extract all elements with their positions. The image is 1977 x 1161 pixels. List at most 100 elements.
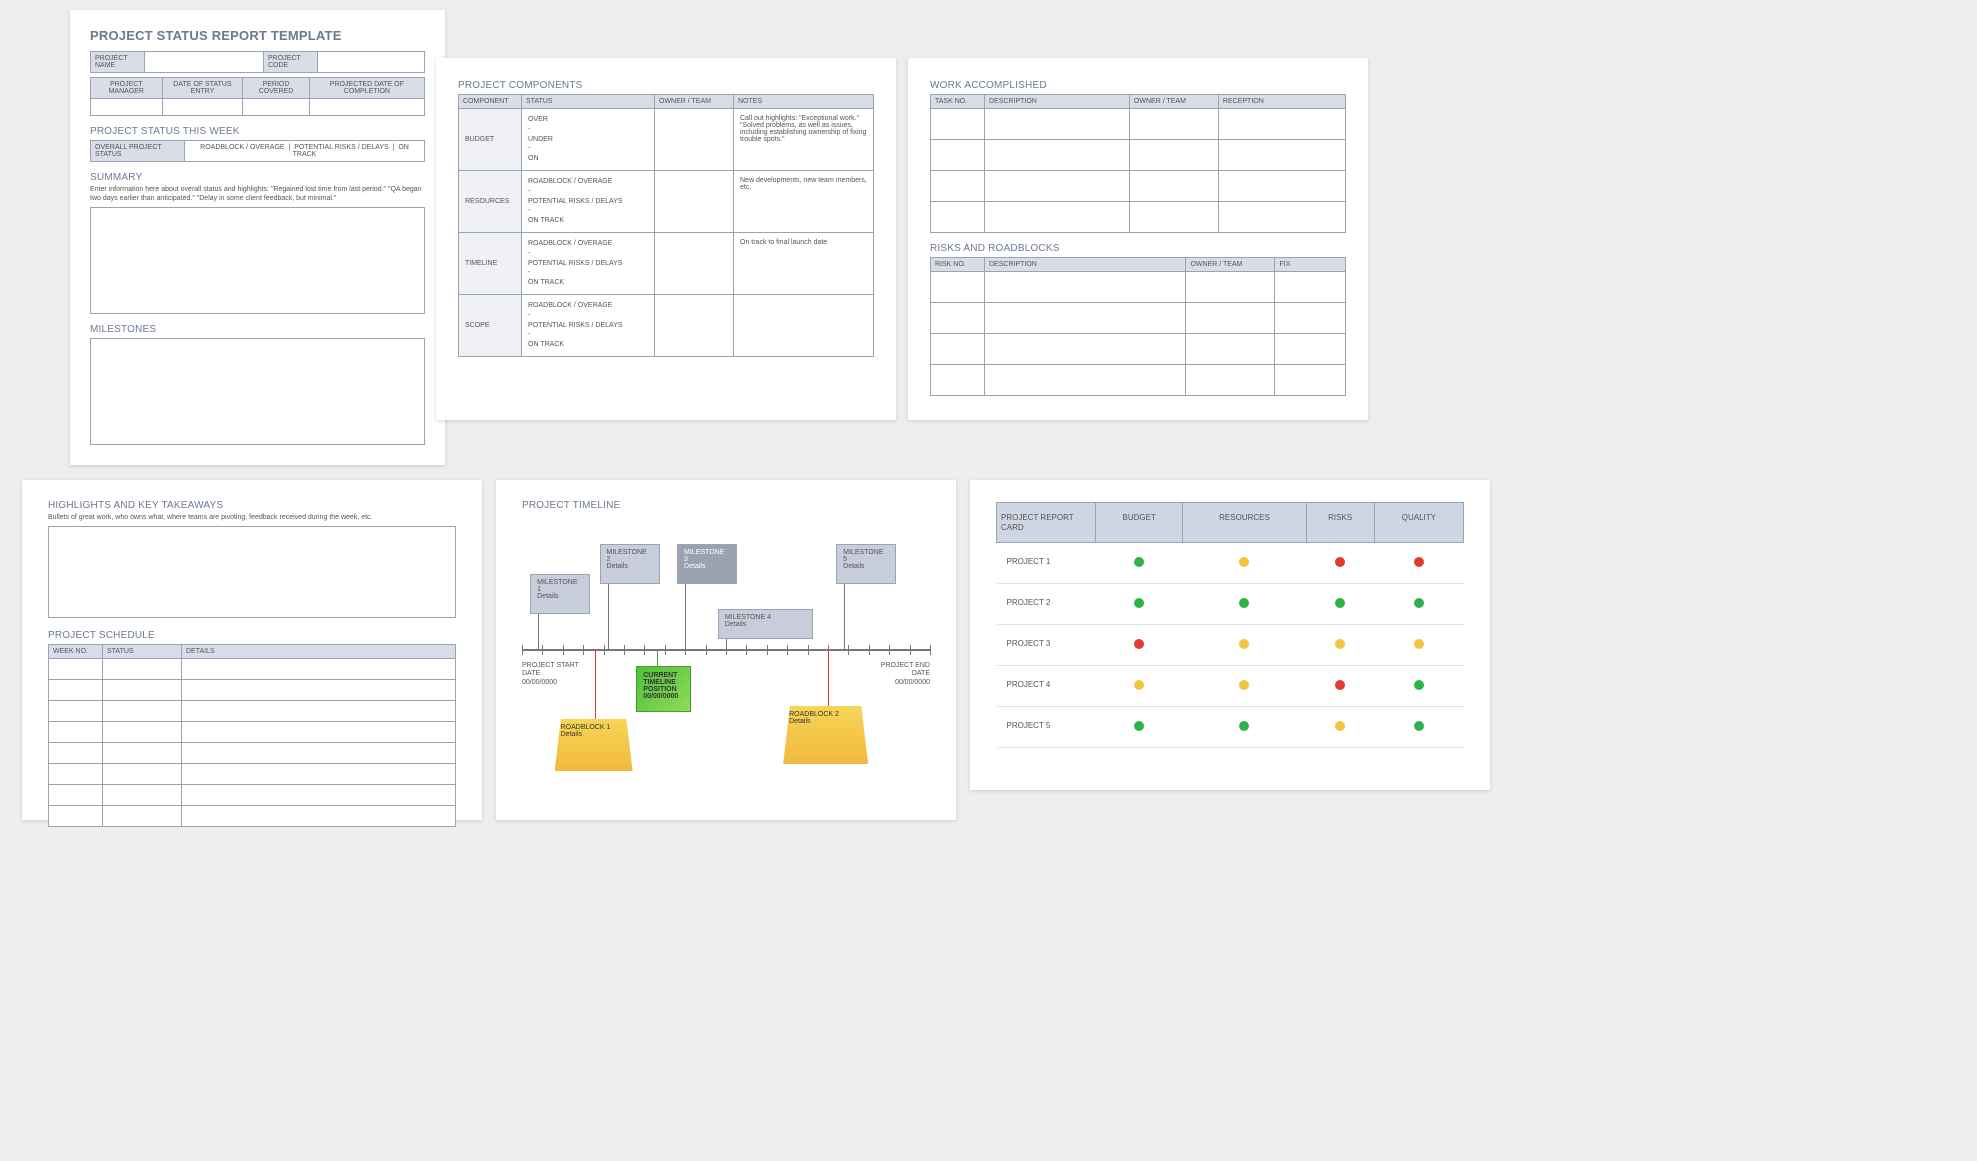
status-dot-cell <box>1183 666 1306 707</box>
page-components: PROJECT COMPONENTS COMPONENT STATUS OWNE… <box>436 58 896 420</box>
status-options: ROADBLOCK / OVERAGE | POTENTIAL RISKS / … <box>185 141 425 162</box>
milestones-heading: MILESTONES <box>90 324 425 335</box>
input-project-code[interactable] <box>318 52 425 73</box>
milestone-4: MILESTONE 4Details <box>718 609 813 639</box>
th-notes: NOTES <box>734 95 874 109</box>
table-row[interactable] <box>49 679 456 700</box>
status-dot-icon <box>1134 721 1144 731</box>
page-highlights: HIGHLIGHTS AND KEY TAKEAWAYS Bullets of … <box>22 480 482 820</box>
table-row[interactable] <box>931 334 1346 365</box>
status-dot-icon <box>1414 639 1424 649</box>
status-dot-cell <box>1096 666 1183 707</box>
table-row[interactable] <box>931 365 1346 396</box>
label-overall-status: OVERALL PROJECT STATUS <box>91 141 185 162</box>
budget-status[interactable]: OVER-UNDER-ON <box>522 109 655 171</box>
scope-note[interactable] <box>734 294 874 356</box>
table-row[interactable] <box>931 202 1346 233</box>
status-dot-cell <box>1374 584 1463 625</box>
th-report-card: PROJECT REPORT CARD <box>997 503 1096 543</box>
status-dot-cell <box>1183 625 1306 666</box>
report-card-row: PROJECT 3 <box>997 625 1464 666</box>
highlights-hint: Bullets of great work, who owns what, wh… <box>48 514 456 523</box>
components-heading: PROJECT COMPONENTS <box>458 80 874 91</box>
milestone-5: MILESTONE 5Details <box>836 544 896 584</box>
table-row[interactable] <box>49 742 456 763</box>
schedule-table: WEEK NO. STATUS DETAILS <box>48 644 456 827</box>
end-label: PROJECT END DATE00/00/0000 <box>870 662 930 687</box>
summary-input[interactable] <box>90 207 425 314</box>
status-dot-icon <box>1239 598 1249 608</box>
table-row[interactable] <box>931 171 1346 202</box>
row-resources: RESOURCES ROADBLOCK / OVERAGE-POTENTIAL … <box>459 170 874 232</box>
resources-owner[interactable] <box>655 170 734 232</box>
row-budget: BUDGET OVER-UNDER-ON Call out highlights… <box>459 109 874 171</box>
page-work-risks: WORK ACCOMPLISHED TASK NO. DESCRIPTION O… <box>908 58 1368 420</box>
opt-roadblock: ROADBLOCK / OVERAGE <box>200 144 284 151</box>
input-period[interactable] <box>243 99 309 116</box>
table-row[interactable] <box>49 784 456 805</box>
row-label: PROJECT 1 <box>997 543 1096 584</box>
th-risks: RISKS <box>1306 503 1374 543</box>
label-date-entry: DATE OF STATUS ENTRY <box>162 78 243 99</box>
table-row[interactable] <box>931 109 1346 140</box>
status-dot-cell <box>1096 584 1183 625</box>
table-row[interactable] <box>49 658 456 679</box>
status-dot-icon <box>1335 598 1345 608</box>
timeline-note[interactable]: On track to final launch date <box>734 232 874 294</box>
row-label: PROJECT 2 <box>997 584 1096 625</box>
status-dot-icon <box>1239 639 1249 649</box>
timeline-status[interactable]: ROADBLOCK / OVERAGE-POTENTIAL RISKS / DE… <box>522 232 655 294</box>
input-pm[interactable] <box>91 99 163 116</box>
status-dot-icon <box>1335 639 1345 649</box>
status-dot-icon <box>1239 557 1249 567</box>
report-card-row: PROJECT 4 <box>997 666 1464 707</box>
page-timeline: PROJECT TIMELINE MILESTONE 1Details MILE… <box>496 480 956 820</box>
row-scope: SCOPE ROADBLOCK / OVERAGE-POTENTIAL RISK… <box>459 294 874 356</box>
roadblock-1: ROADBLOCK 1Details <box>555 719 633 771</box>
th-budget: BUDGET <box>1096 503 1183 543</box>
input-project-name[interactable] <box>145 52 264 73</box>
input-date-entry[interactable] <box>162 99 243 116</box>
input-proj-completion[interactable] <box>309 99 424 116</box>
table-row[interactable] <box>49 700 456 721</box>
th-resources: RESOURCES <box>1183 503 1306 543</box>
table-row[interactable] <box>931 303 1346 334</box>
highlights-input[interactable] <box>48 526 456 618</box>
current-position: CURRENT TIMELINE POSITION 00/00/0000 <box>636 666 691 712</box>
status-dot-cell <box>1096 543 1183 584</box>
milestones-input[interactable] <box>90 338 425 445</box>
table-row[interactable] <box>49 805 456 826</box>
status-dot-icon <box>1414 557 1424 567</box>
th-status: STATUS <box>522 95 655 109</box>
budget-owner[interactable] <box>655 109 734 171</box>
table-row[interactable] <box>931 272 1346 303</box>
highlights-heading: HIGHLIGHTS AND KEY TAKEAWAYS <box>48 500 456 511</box>
work-heading: WORK ACCOMPLISHED <box>930 80 1346 91</box>
resources-status[interactable]: ROADBLOCK / OVERAGE-POTENTIAL RISKS / DE… <box>522 170 655 232</box>
milestone-2: MILESTONE 2Details <box>600 544 660 584</box>
scope-status[interactable]: ROADBLOCK / OVERAGE-POTENTIAL RISKS / DE… <box>522 294 655 356</box>
risks-table: RISK NO. DESCRIPTION OWNER / TEAM FIX <box>930 257 1346 396</box>
summary-heading: SUMMARY <box>90 172 425 183</box>
roadblock-2: ROADBLOCK 2Details <box>783 706 868 764</box>
timeline-owner[interactable] <box>655 232 734 294</box>
status-dot-cell <box>1096 707 1183 748</box>
scope-owner[interactable] <box>655 294 734 356</box>
status-dot-icon <box>1335 680 1345 690</box>
report-card-row: PROJECT 5 <box>997 707 1464 748</box>
status-dot-cell <box>1374 707 1463 748</box>
label-project-name: PROJECT NAME <box>91 52 145 73</box>
th-quality: QUALITY <box>1374 503 1463 543</box>
table-row[interactable] <box>49 721 456 742</box>
status-table: OVERALL PROJECT STATUS ROADBLOCK / OVERA… <box>90 140 425 162</box>
schedule-heading: PROJECT SCHEDULE <box>48 630 456 641</box>
table-row[interactable] <box>931 140 1346 171</box>
resources-note[interactable]: New developments, new team members, etc. <box>734 170 874 232</box>
status-dot-cell <box>1374 543 1463 584</box>
budget-note[interactable]: Call out highlights: "Exceptional work."… <box>734 109 874 171</box>
status-dot-cell <box>1183 707 1306 748</box>
table-row[interactable] <box>49 763 456 784</box>
status-dot-icon <box>1134 680 1144 690</box>
status-dot-cell <box>1306 707 1374 748</box>
milestone-1: MILESTONE 1Details <box>530 574 590 614</box>
